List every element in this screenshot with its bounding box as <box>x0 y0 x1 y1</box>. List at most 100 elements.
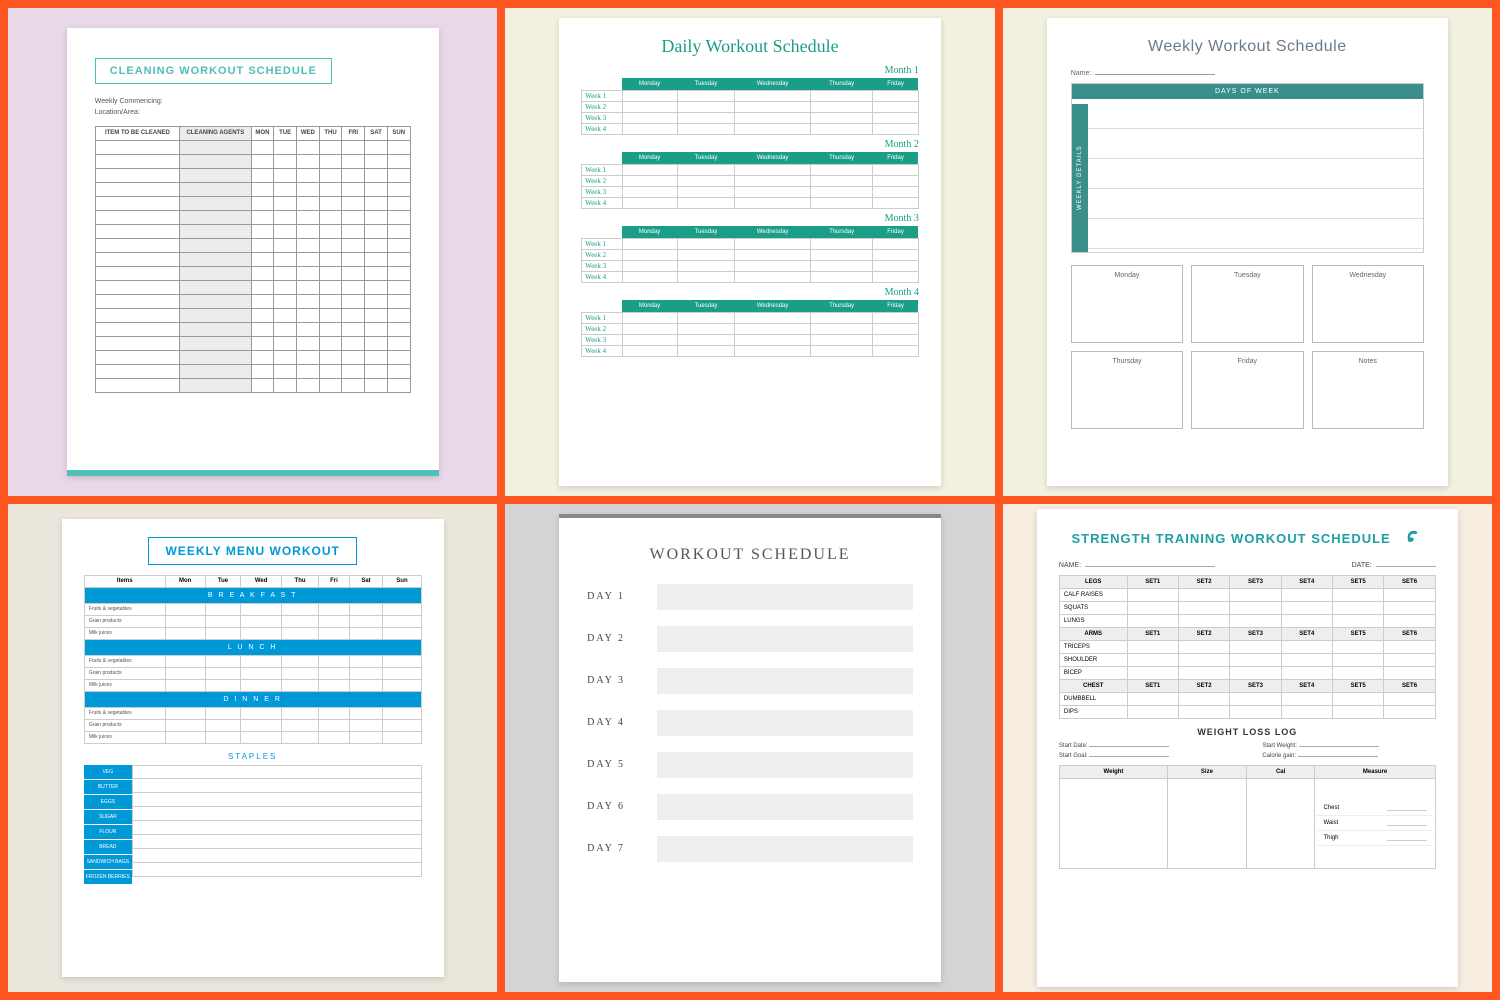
loss-meta-field: Start Weight: <box>1262 743 1435 749</box>
exercise-label: CALF RAISES <box>1059 588 1127 601</box>
day-input-bar <box>657 626 913 652</box>
day-label: DAY 2 <box>587 633 657 644</box>
set-header: SET1 <box>1127 575 1178 588</box>
week-label: Week 4 <box>582 197 622 208</box>
col-header: THU <box>319 126 342 140</box>
set-header: SET1 <box>1127 627 1178 640</box>
col-header: MON <box>251 126 274 140</box>
cleaning-table: ITEM TO BE CLEANEDCLEANING AGENTSMONTUEW… <box>95 126 411 393</box>
day-label: DAY 3 <box>587 675 657 686</box>
template-card-cleaning[interactable]: CLEANING WORKOUT SCHEDULE Weekly Commenc… <box>8 8 497 496</box>
exercise-label: DUMBBELL <box>1059 692 1127 705</box>
week-label: Week 1 <box>582 90 622 101</box>
week-label: Week 3 <box>582 186 622 197</box>
day-header: Tuesday <box>677 226 735 239</box>
col-header: SUN <box>387 126 410 140</box>
template-card-menu[interactable]: WEEKLY MENU WORKOUT ItemsMonTueWedThuFri… <box>8 504 497 992</box>
month-label: Month 2 <box>581 139 919 150</box>
col-header: ITEM TO BE CLEANED <box>95 126 179 140</box>
template-card-strength[interactable]: STRENGTH TRAINING WORKOUT SCHEDULE NAME:… <box>1003 504 1492 992</box>
category-header: LEGS <box>1059 575 1127 588</box>
template-card-weekly[interactable]: Weekly Workout Schedule Name: DAYS OF WE… <box>1003 8 1492 496</box>
week-label: Week 2 <box>582 101 622 112</box>
day-input-bar <box>657 752 913 778</box>
exercise-label: SHOULDER <box>1059 653 1127 666</box>
weight-loss-table: WeightSizeCalMeasureChestWaistThigh <box>1059 765 1436 869</box>
loss-meta-field: Start Date: <box>1059 743 1232 749</box>
staple-label: BREAD <box>84 840 132 855</box>
day-header: Monday <box>622 78 677 91</box>
day-row: DAY 4 <box>587 710 913 736</box>
set-header: SET3 <box>1230 575 1281 588</box>
col-header: CLEANING AGENTS <box>180 126 251 140</box>
week-label: Week 4 <box>582 123 622 134</box>
measure-row: Chest <box>1317 801 1432 816</box>
category-header: CHEST <box>1059 679 1127 692</box>
item-label: Milk juices <box>84 627 165 639</box>
title: WEEKLY MENU WORKOUT <box>148 537 356 565</box>
template-card-simple[interactable]: WORKOUT SCHEDULE DAY 1DAY 2DAY 3DAY 4DAY… <box>505 504 994 992</box>
section-header: D I N N E R <box>84 691 421 707</box>
day-box: Thursday <box>1071 351 1183 429</box>
measure-row: Waist <box>1317 816 1432 831</box>
col-header: Tue <box>205 575 241 587</box>
item-label: Grain products <box>84 615 165 627</box>
staple-label: BUTTER <box>84 780 132 795</box>
log-header: Measure <box>1315 765 1435 778</box>
muscle-arm-icon <box>1403 527 1423 550</box>
staples-section: VEGBUTTEREGGSSUGARFLOURBREADSANDWICH BAG… <box>84 765 422 885</box>
strength-table: LEGSSET1SET2SET3SET4SET5SET6CALF RAISESS… <box>1059 575 1436 719</box>
col-header: Wed <box>241 575 282 587</box>
log-header: Weight <box>1059 765 1167 778</box>
set-header: SET5 <box>1332 679 1383 692</box>
set-header: SET4 <box>1281 627 1332 640</box>
day-header: Friday <box>873 78 919 91</box>
day-header: Tuesday <box>677 300 735 313</box>
item-label: Milk juices <box>84 679 165 691</box>
name-field: Name: <box>1071 70 1424 77</box>
day-label: DAY 4 <box>587 717 657 728</box>
day-input-bar <box>657 794 913 820</box>
log-header: Size <box>1168 765 1247 778</box>
name-label: Name: <box>1071 70 1092 77</box>
title: Weekly Workout Schedule <box>1071 38 1424 56</box>
day-row: DAY 5 <box>587 752 913 778</box>
item-label: Fruits & vegetables <box>84 707 165 719</box>
log-header: Cal <box>1246 765 1315 778</box>
set-header: SET6 <box>1384 679 1435 692</box>
day-row: DAY 2 <box>587 626 913 652</box>
set-header: SET5 <box>1332 575 1383 588</box>
item-label: Milk juices <box>84 731 165 743</box>
day-box: Wednesday <box>1312 265 1424 343</box>
week-label: Week 4 <box>582 345 622 356</box>
week-label: Week 2 <box>582 323 622 334</box>
loss-meta-field: Calorie gain: <box>1262 753 1435 759</box>
day-header: Friday <box>873 226 919 239</box>
page-simple: WORKOUT SCHEDULE DAY 1DAY 2DAY 3DAY 4DAY… <box>559 514 941 982</box>
week-label: Week 3 <box>582 260 622 271</box>
day-boxes-row: MondayTuesdayWednesday <box>1071 265 1424 343</box>
day-label: DAY 1 <box>587 591 657 602</box>
month-label: Month 4 <box>581 287 919 298</box>
week-label: Week 1 <box>582 164 622 175</box>
day-header: Monday <box>622 152 677 165</box>
meta-row: NAME: DATE: <box>1059 562 1436 569</box>
day-box: Tuesday <box>1191 265 1303 343</box>
loss-meta-field: Start Goal: <box>1059 753 1232 759</box>
menu-table: ItemsMonTueWedThuFriSatSun B R E A K F A… <box>84 575 422 744</box>
week-label: Week 3 <box>582 334 622 345</box>
set-header: SET6 <box>1384 627 1435 640</box>
section-header: B R E A K F A S T <box>84 587 421 603</box>
week-label: Week 1 <box>582 238 622 249</box>
page-daily: Daily Workout Schedule Month 1MondayTues… <box>559 18 941 486</box>
exercise-label: LUNGS <box>1059 614 1127 627</box>
day-header: Friday <box>873 300 919 313</box>
section-header: L U N C H <box>84 639 421 655</box>
template-gallery-grid: CLEANING WORKOUT SCHEDULE Weekly Commenc… <box>0 0 1500 1000</box>
week-label: Week 2 <box>582 249 622 260</box>
loss-meta: Start Date: Start Weight: Start Goal: Ca… <box>1059 743 1436 759</box>
day-input-bar <box>657 668 913 694</box>
template-card-daily[interactable]: Daily Workout Schedule Month 1MondayTues… <box>505 8 994 496</box>
set-header: SET3 <box>1230 627 1281 640</box>
page-menu: WEEKLY MENU WORKOUT ItemsMonTueWedThuFri… <box>62 519 444 978</box>
